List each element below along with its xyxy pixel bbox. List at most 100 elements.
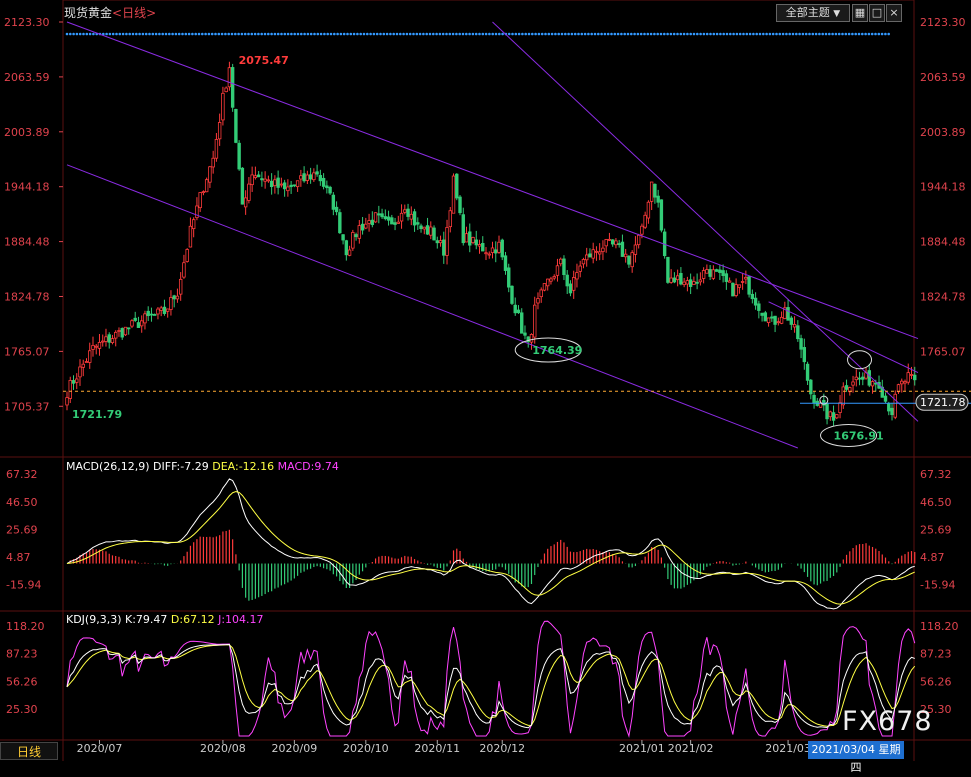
marker-dot [620, 32, 623, 36]
candle-body [835, 414, 839, 419]
marker-dot [455, 32, 458, 36]
candle-body [201, 191, 206, 194]
candle-body [159, 307, 163, 311]
marker-dot [461, 32, 465, 36]
candle-body [383, 216, 388, 220]
marker-dot [168, 32, 171, 36]
candle-body [302, 173, 306, 182]
marker-dot [765, 32, 768, 36]
candle-body [890, 407, 894, 416]
candle-body [630, 252, 634, 268]
marker-dot [719, 32, 722, 36]
candle-body [130, 320, 134, 327]
marker-dot [105, 32, 108, 36]
marker-dot [366, 32, 369, 36]
macd-title: MACD(26,12,9) DIFF:-7.29 DEA:-12.16 MACD… [66, 460, 339, 473]
candle-body [409, 213, 413, 220]
candle-body [861, 376, 865, 380]
marker-dot [663, 32, 666, 36]
marker-dot [201, 32, 204, 36]
candle-body [468, 231, 472, 246]
marker-dot [204, 32, 207, 36]
candle-body [234, 108, 238, 143]
candle-body [568, 283, 573, 294]
y-tick-label-left: 1765.07 [4, 345, 50, 358]
marker-dot [745, 32, 749, 36]
candle-body [325, 185, 329, 189]
marker-dot [507, 32, 511, 36]
marker-dot [834, 32, 838, 36]
marker-dot [590, 32, 593, 36]
marker-dot [742, 32, 745, 36]
candle-body [903, 381, 907, 384]
candle-body [734, 284, 738, 296]
candle-body [230, 67, 235, 108]
marker-dot [630, 32, 633, 36]
candle-body [127, 327, 131, 330]
marker-dot [230, 32, 234, 36]
marker-dot [240, 32, 244, 36]
candle-body [857, 377, 862, 380]
candle-body [779, 316, 784, 324]
candle-body [471, 236, 475, 244]
candle-body [185, 249, 189, 262]
marker-dot [877, 32, 881, 36]
candle-body [549, 278, 553, 282]
y-tick-label-left: 2123.30 [4, 16, 50, 29]
marker-dot [649, 32, 653, 36]
candle-body [597, 251, 602, 255]
marker-dot [144, 32, 148, 36]
period-button[interactable]: 日线 [0, 742, 58, 760]
marker-dot [791, 32, 795, 36]
macd-y-label-right: 25.69 [920, 523, 952, 536]
x-tick-label: 2020/09 [272, 742, 318, 755]
marker-dot [643, 32, 646, 36]
marker-dot [296, 32, 300, 36]
candle-body [146, 310, 150, 317]
candle-body [227, 67, 232, 88]
marker-dot [478, 32, 481, 36]
candle-body [805, 363, 810, 381]
marker-dot [676, 32, 679, 36]
marker-dot [580, 32, 584, 36]
candle-body [279, 183, 284, 186]
restore-icon[interactable]: □ [869, 4, 885, 22]
cursor-date-label: 2021/03/04 星期四 [808, 741, 904, 774]
grid-icon[interactable]: ▦ [852, 4, 868, 22]
candle-body [789, 317, 794, 325]
candle-body [458, 196, 462, 214]
candle-body [900, 380, 904, 385]
marker-dot [263, 32, 267, 36]
candle-body [721, 270, 725, 277]
theme-dropdown[interactable]: 全部主题 ▼ [776, 4, 850, 22]
candle-body [559, 258, 563, 265]
marker-dot [154, 32, 158, 36]
candle-body [474, 239, 478, 246]
candle-body [666, 256, 670, 283]
marker-dot [557, 32, 560, 36]
marker-dot [587, 32, 590, 36]
y-tick-label-left: 1705.37 [4, 400, 50, 413]
marker-dot [293, 32, 297, 36]
marker-dot [227, 32, 230, 36]
marker-dot [804, 32, 808, 36]
candle-body [347, 249, 352, 256]
d-line [66, 644, 916, 727]
candle-body [104, 336, 108, 342]
candle-body [269, 180, 274, 188]
marker-dot [273, 32, 277, 36]
period-button-label: 日线 [16, 745, 41, 759]
candle-body [282, 182, 287, 190]
candle-body [338, 212, 342, 234]
candle-body [708, 269, 712, 277]
theme-dropdown-label: 全部主题 [785, 6, 830, 19]
close-icon[interactable]: × [886, 4, 902, 22]
marker-dot [78, 32, 82, 36]
y-tick-label-left: 1884.48 [4, 236, 50, 249]
candle-body [243, 197, 248, 208]
marker-dot [405, 32, 409, 36]
candle-body [250, 174, 254, 186]
marker-dot [290, 32, 293, 36]
y-tick-label-right: 1765.07 [920, 345, 966, 358]
candle-body [546, 278, 550, 287]
